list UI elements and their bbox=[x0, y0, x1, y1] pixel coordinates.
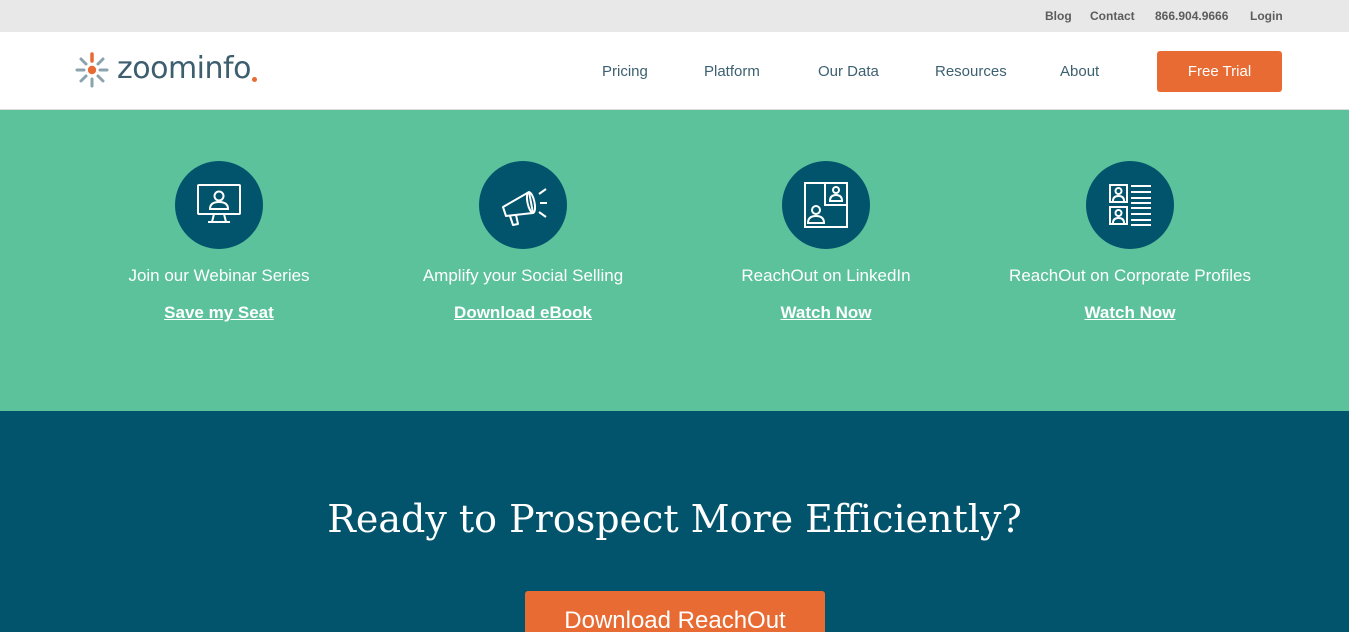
blog-link[interactable]: Blog bbox=[1045, 9, 1072, 23]
megaphone-icon bbox=[502, 188, 547, 226]
zoominfo-logo[interactable]: zoominfo bbox=[73, 50, 257, 90]
nav-about[interactable]: About bbox=[1060, 63, 1099, 80]
cta-heading: Ready to Prospect More Efficiently? bbox=[327, 497, 1022, 541]
zoominfo-burst-icon bbox=[75, 52, 109, 88]
main-header: zoominfo Pricing Platform Our Data Resou… bbox=[0, 32, 1349, 110]
logo-wordmark: zoominfo bbox=[117, 50, 251, 86]
resources-feature-band: Join our Webinar Series Save my Seat Amp… bbox=[0, 110, 1349, 411]
feature-title: Amplify your Social Selling bbox=[422, 266, 624, 285]
prospect-cta-band: Ready to Prospect More Efficiently? Down… bbox=[0, 411, 1349, 632]
webinar-icon-circle bbox=[175, 161, 263, 249]
nav-our-data[interactable]: Our Data bbox=[818, 63, 879, 80]
contact-link[interactable]: Contact bbox=[1090, 9, 1135, 23]
logo-dot bbox=[251, 76, 257, 82]
corporate-profiles-icon-circle bbox=[1086, 161, 1174, 249]
phone-link[interactable]: 866.904.9666 bbox=[1155, 9, 1228, 23]
utility-bar: Blog Contact 866.904.9666 Login bbox=[0, 0, 1349, 32]
watch-now-linkedin-link[interactable]: Watch Now bbox=[676, 303, 976, 323]
nav-platform[interactable]: Platform bbox=[704, 63, 760, 80]
nav-resources[interactable]: Resources bbox=[935, 63, 1007, 80]
feature-title: ReachOut on LinkedIn bbox=[741, 266, 911, 285]
megaphone-icon-circle bbox=[479, 161, 567, 249]
corporate-profiles-icon bbox=[1109, 184, 1151, 226]
linkedin-icon-circle bbox=[782, 161, 870, 249]
free-trial-button[interactable]: Free Trial bbox=[1157, 51, 1282, 92]
feature-title: ReachOut on Corporate Profiles bbox=[1009, 266, 1251, 285]
linkedin-profile-icon bbox=[804, 182, 848, 228]
login-link[interactable]: Login bbox=[1250, 9, 1283, 23]
download-reachout-button[interactable]: Download ReachOut bbox=[525, 591, 825, 632]
webinar-monitor-icon bbox=[197, 184, 241, 223]
download-ebook-link[interactable]: Download eBook bbox=[373, 303, 673, 323]
watch-now-corporate-link[interactable]: Watch Now bbox=[980, 303, 1280, 323]
feature-title: Join our Webinar Series bbox=[128, 266, 310, 285]
save-my-seat-link[interactable]: Save my Seat bbox=[69, 303, 369, 323]
nav-pricing[interactable]: Pricing bbox=[602, 63, 648, 80]
